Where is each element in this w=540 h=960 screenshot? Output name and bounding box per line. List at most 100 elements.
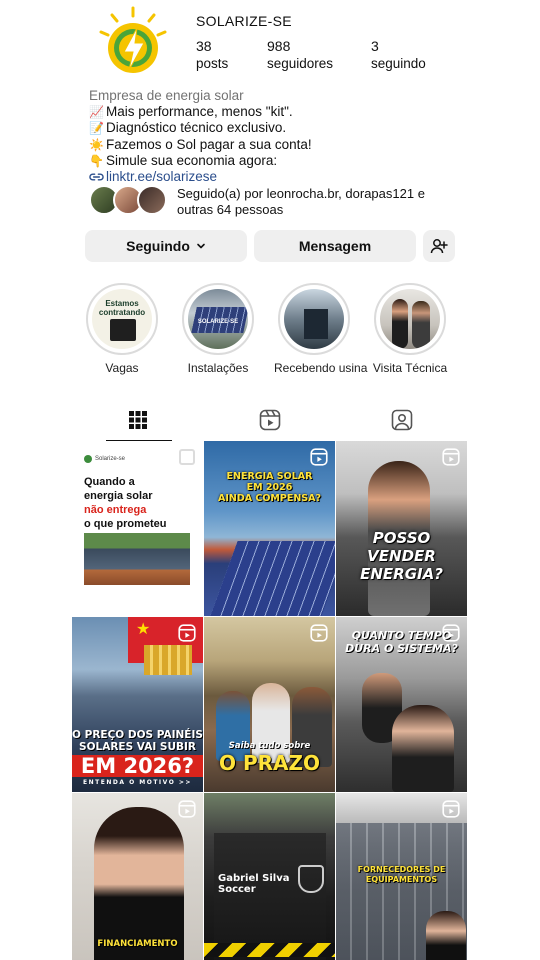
reel-icon: [310, 624, 328, 642]
tab-reels[interactable]: [204, 398, 336, 442]
highlight-vagas[interactable]: Estamos contratando Vagas: [82, 283, 162, 375]
post-caption-line: ENERGIA SOLAR: [226, 471, 313, 482]
bio-link-row[interactable]: linktr.ee/solarizese: [89, 169, 469, 185]
followers-label: seguidores: [267, 56, 334, 71]
chevron-down-icon: [197, 243, 205, 249]
bio-link[interactable]: linktr.ee/solarizese: [106, 169, 217, 185]
post-thumbnail[interactable]: Saiba tudo sobre O PRAZO: [204, 617, 335, 792]
post-text: energia solar: [84, 490, 153, 502]
reels-icon: [259, 409, 281, 431]
followers-count: 988: [267, 38, 291, 54]
highlight-recebendo-usina[interactable]: Recebendo usina: [274, 283, 368, 375]
highlight-cover-text: Estamos contratando: [98, 299, 146, 317]
post-thumbnail[interactable]: Solarize-se Quando a energia solar não e…: [72, 441, 203, 616]
followed-by-prefix: Seguido(a) por: [177, 186, 267, 201]
post-thumbnail[interactable]: O PREÇO DOS PAINÉIS SOLARES VAI SUBIR EM…: [72, 617, 203, 792]
message-button[interactable]: Mensagem: [254, 230, 416, 262]
highlight-cover-text: SOLARIZE-SE: [197, 319, 239, 325]
highlight-cover: [380, 289, 440, 349]
followed-by-names: leonrocha.br, dorapas121: [266, 186, 415, 201]
solarize-logo-icon: [99, 6, 167, 73]
chart-up-icon: 📈: [89, 105, 104, 120]
post-caption: ENERGIA SOLAR EM 2026 AINDA COMPENSA?: [204, 471, 335, 504]
post-image-roof: [84, 533, 190, 585]
add-user-button[interactable]: [423, 230, 455, 262]
post-caption-small: Saiba tudo sobre: [228, 741, 311, 751]
followers-stat[interactable]: 988 seguidores: [267, 38, 333, 72]
profile-header: SOLARIZE-SE 38 posts 988 seguidores 3 se…: [0, 0, 540, 88]
highlight-label: Instalações: [187, 361, 249, 375]
brand-logo-icon: [84, 455, 92, 463]
pointing-hand-icon: 👇: [89, 153, 104, 168]
post-thumbnail[interactable]: ENERGIA SOLAR EM 2026 AINDA COMPENSA?: [204, 441, 335, 616]
message-button-label: Mensagem: [298, 238, 372, 254]
post-brand: Solarize-se: [84, 455, 125, 463]
following-label: seguindo: [371, 56, 426, 71]
post-caption: POSSO VENDER ENERGIA?: [336, 529, 467, 583]
add-user-icon: [430, 239, 448, 254]
post-caption-line: POSSO VENDER: [367, 529, 436, 565]
bio-line-text: Mais performance, menos "kit".: [106, 104, 293, 120]
posts-label: posts: [196, 56, 229, 71]
post-image-person: [426, 911, 466, 960]
highlight-cover: SOLARIZE-SE: [188, 289, 248, 349]
highlight-ring: SOLARIZE-SE: [182, 283, 254, 355]
tab-posts-grid[interactable]: [72, 398, 204, 442]
highlight-visita-tecnica[interactable]: Visita Técnica: [370, 283, 450, 375]
followed-by-others: outras 64 pessoas: [177, 202, 284, 217]
highlight-ring: Estamos contratando: [86, 283, 158, 355]
profile-bio: Empresa de energia solar 📈 Mais performa…: [89, 88, 469, 185]
post-thumbnail[interactable]: QUANTO TEMPO DURA O SISTEMA?: [336, 617, 467, 792]
posts-count: 38: [196, 38, 212, 54]
post-thumbnail[interactable]: POSSO VENDER ENERGIA?: [336, 441, 467, 616]
post-caption-line: O PREÇO DOS PAINÉIS: [72, 729, 203, 741]
highlight-label: Vagas: [105, 361, 139, 375]
post-image-coins: [144, 645, 192, 675]
highlight-ring: [278, 283, 350, 355]
reel-icon: [310, 448, 328, 466]
post-thumbnail[interactable]: Gabriel Silva Soccer: [204, 793, 335, 960]
followed-by[interactable]: Seguido(a) por leonrocha.br, dorapas121 …: [89, 184, 469, 218]
follower-avatars: [89, 185, 169, 217]
link-icon: [89, 173, 104, 181]
post-thumbnail[interactable]: FINANCIAMENTO: [72, 793, 203, 960]
followed-by-connector: e: [414, 186, 425, 201]
post-caption-small: ENTENDA O MOTIVO >>: [83, 779, 192, 786]
following-stat[interactable]: 3 seguindo: [371, 38, 426, 72]
tab-tagged[interactable]: [336, 398, 468, 442]
post-caption: FORNECEDORES DE EQUIPAMENTOS: [336, 865, 467, 885]
highlight-instalacoes[interactable]: SOLARIZE-SE Instalações: [178, 283, 258, 375]
reel-icon: [442, 800, 460, 818]
post-caption: O PREÇO DOS PAINÉIS SOLARES VAI SUBIR: [72, 729, 203, 753]
following-button[interactable]: Seguindo: [85, 230, 247, 262]
bio-line-text: Simule sua economia agora:: [106, 152, 278, 168]
post-image-person: [392, 705, 454, 792]
post-brand-name: Solarize-se: [95, 456, 126, 462]
post-text: o que prometeu: [84, 518, 167, 530]
bio-line: 📝 Diagnóstico técnico exclusivo.: [89, 120, 469, 136]
highlight-cover: Estamos contratando: [92, 289, 152, 349]
post-text: não entrega: [84, 504, 147, 516]
bio-category: Empresa de energia solar: [89, 88, 244, 103]
highlight-cover: [284, 289, 344, 349]
post-caption-big: EM 2026?: [72, 755, 203, 777]
carousel-icon: [179, 449, 195, 465]
highlight-label: Visita Técnica: [372, 361, 448, 375]
posts-stat[interactable]: 38 posts: [196, 38, 228, 72]
highlight-label: Recebendo usina: [274, 361, 368, 375]
post-caption-line: FORNECEDORES DE: [357, 865, 446, 874]
profile-tabs: [72, 398, 468, 442]
following-count: 3: [371, 38, 379, 54]
following-button-label: Seguindo: [126, 238, 190, 254]
post-image-panels: [210, 541, 335, 616]
tagged-user-icon: [391, 409, 413, 431]
post-caption: FINANCIAMENTO: [97, 939, 178, 949]
bio-line-text: Fazemos o Sol pagar a sua conta!: [106, 136, 312, 152]
highlight-ring: [374, 283, 446, 355]
post-caption-line: DURA O SISTEMA?: [345, 642, 458, 655]
bio-line: 📈 Mais performance, menos "kit".: [89, 104, 469, 120]
profile-avatar[interactable]: [96, 6, 170, 80]
sun-icon: ☀️: [89, 137, 104, 152]
post-thumbnail[interactable]: FORNECEDORES DE EQUIPAMENTOS: [336, 793, 467, 960]
post-caption-big: O PRAZO: [218, 751, 320, 775]
